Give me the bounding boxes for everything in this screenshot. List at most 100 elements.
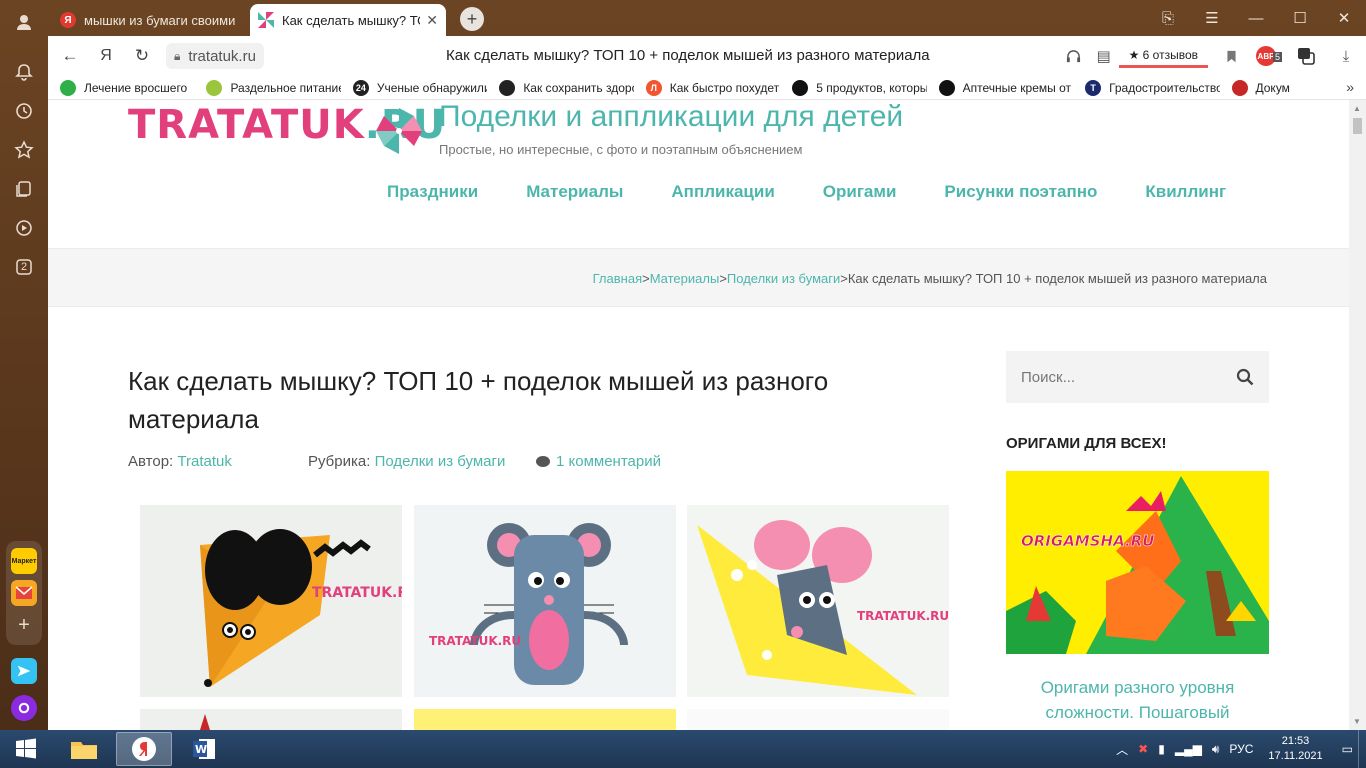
add-app-icon[interactable]: + bbox=[11, 612, 37, 638]
market-app-icon[interactable]: Маркет bbox=[11, 548, 37, 574]
logo-text-main: TRATATUK bbox=[128, 102, 365, 148]
language-indicator[interactable]: РУС bbox=[1229, 742, 1253, 756]
bookmarks-bar: Лечение вросшего Раздельное питание 24 Учен… bbox=[48, 76, 1366, 100]
show-desktop-button[interactable] bbox=[1358, 730, 1366, 768]
play-icon[interactable] bbox=[8, 212, 40, 244]
headphones-icon[interactable] bbox=[1059, 49, 1089, 64]
image-cheese-mouse[interactable]: TRATATUK.RU bbox=[687, 505, 949, 697]
author-link[interactable]: Tratatuk bbox=[177, 453, 231, 470]
bookmark-item[interactable]: Аптечные кремы от bbox=[927, 79, 1073, 96]
alice-app-icon[interactable] bbox=[11, 695, 37, 721]
scroll-thumb[interactable] bbox=[1353, 118, 1362, 134]
menu-icon[interactable]: ☰ bbox=[1190, 0, 1234, 36]
explorer-taskbar-icon[interactable] bbox=[56, 732, 112, 766]
bookmark-icon[interactable] bbox=[1216, 49, 1246, 64]
new-tab-button[interactable]: + bbox=[460, 7, 484, 31]
article-rubric: Рубрика: Поделки из бумаги bbox=[308, 453, 505, 470]
svg-text:W: W bbox=[195, 743, 207, 756]
tray-expand-icon[interactable]: ︿ bbox=[1116, 741, 1128, 758]
nav-holidays[interactable]: Праздники bbox=[387, 182, 478, 202]
breadcrumb-home[interactable]: Главная bbox=[593, 271, 642, 286]
tab-search[interactable]: Я мышки из бумаги своими bbox=[52, 4, 248, 36]
scroll-down-arrow[interactable]: ▼ bbox=[1353, 717, 1361, 726]
tabs-count-badge: 2 bbox=[20, 261, 28, 273]
origami-promo-image[interactable]: ORIGAMSHA.RU bbox=[1006, 471, 1269, 654]
bookmark-label: Докум bbox=[1255, 80, 1290, 95]
reviews-button[interactable]: ★ 6 отзывов bbox=[1118, 44, 1208, 68]
network-error-icon[interactable]: ✖ bbox=[1138, 742, 1148, 756]
word-taskbar-icon[interactable]: W bbox=[176, 732, 232, 766]
image-partial-1[interactable] bbox=[140, 709, 402, 730]
signal-icon[interactable]: ▂▄▆ bbox=[1175, 742, 1202, 756]
scroll-up-arrow[interactable]: ▲ bbox=[1353, 104, 1361, 113]
reload-icon[interactable]: ↻ bbox=[124, 46, 160, 66]
bell-icon[interactable] bbox=[8, 56, 40, 88]
breadcrumb-current: Как сделать мышку? ТОП 10 + поделок мыше… bbox=[847, 271, 1267, 286]
bookmark-item[interactable]: Раздельное питание bbox=[194, 79, 341, 96]
reader-mode-icon[interactable]: ▤ bbox=[1089, 47, 1119, 65]
back-arrow-icon[interactable]: ← bbox=[52, 46, 88, 66]
translate-icon[interactable] bbox=[1286, 46, 1326, 66]
search-input[interactable]: Поиск... bbox=[1021, 369, 1075, 386]
image-orange-mouse[interactable]: TRATATUK.RU bbox=[140, 505, 402, 697]
yandex-home-icon[interactable]: Я bbox=[88, 47, 124, 65]
bookmark-item[interactable]: Докум bbox=[1220, 79, 1366, 96]
page-title-in-toolbar: Как сделать мышку? ТОП 10 + поделок мыше… bbox=[446, 47, 930, 64]
browser-sidebar: 2 Маркет + bbox=[0, 0, 48, 730]
yandex-browser-taskbar-icon[interactable] bbox=[116, 732, 172, 766]
nav-applications[interactable]: Аппликации bbox=[671, 182, 774, 202]
page-scrollbar[interactable]: ▲ ▼ bbox=[1349, 100, 1366, 730]
nav-origami[interactable]: Оригами bbox=[823, 182, 897, 202]
tab-active-article[interactable]: Как сделать мышку? ТО ✕ bbox=[250, 4, 446, 36]
taskbar-clock[interactable]: 21:53 17.11.2021 bbox=[1268, 734, 1322, 764]
bookmark-favicon-icon bbox=[792, 79, 809, 96]
bookmark-favicon-icon: Л bbox=[645, 79, 662, 96]
promo-caption[interactable]: Оригами разного уровня сложности. Пошаго… bbox=[1006, 675, 1269, 725]
profile-icon[interactable] bbox=[8, 6, 40, 38]
breadcrumb-separator: > bbox=[840, 271, 848, 286]
maximize-button[interactable]: ☐ bbox=[1278, 0, 1322, 36]
mail-app-icon[interactable] bbox=[11, 580, 37, 606]
comments-link[interactable]: 1 комментарий bbox=[536, 453, 661, 470]
nav-materials[interactable]: Материалы bbox=[526, 182, 623, 202]
image-tube-mouse[interactable]: TRATATUK.RU bbox=[414, 505, 676, 697]
site-title[interactable]: Поделки и аппликации для детей bbox=[439, 100, 903, 134]
bookmark-item[interactable]: Лечение вросшего bbox=[48, 79, 194, 96]
window-controls: ⎘ ☰ — ☐ ✕ bbox=[1146, 0, 1366, 36]
search-widget[interactable]: Поиск... bbox=[1006, 351, 1269, 403]
star-icon[interactable] bbox=[8, 134, 40, 166]
close-window-button[interactable]: ✕ bbox=[1322, 0, 1366, 36]
search-icon[interactable] bbox=[1236, 368, 1254, 386]
image-partial-2[interactable] bbox=[414, 709, 676, 730]
breadcrumb-paper[interactable]: Поделки из бумаги bbox=[727, 271, 840, 286]
close-tab-icon[interactable]: ✕ bbox=[426, 12, 438, 29]
windows-start-icon[interactable] bbox=[0, 730, 52, 768]
tabs-count-icon[interactable]: 2 bbox=[8, 251, 40, 283]
collections-icon[interactable] bbox=[8, 173, 40, 205]
bookmark-item[interactable]: 24 Ученые обнаружили bbox=[341, 79, 487, 96]
volume-icon[interactable]: 🔊︎ bbox=[1212, 742, 1220, 757]
nav-quilling[interactable]: Квиллинг bbox=[1145, 182, 1226, 202]
bookmark-item[interactable]: T Градостроительство bbox=[1073, 79, 1220, 96]
bookmark-sidebar-icon[interactable]: ⎘ bbox=[1146, 0, 1190, 36]
image-partial-3[interactable] bbox=[687, 709, 949, 730]
more-bookmarks-icon[interactable]: » bbox=[1346, 79, 1354, 95]
battery-icon[interactable]: ▮ bbox=[1158, 742, 1165, 756]
rubric-link[interactable]: Поделки из бумаги bbox=[375, 453, 506, 470]
notifications-icon[interactable]: ▭ bbox=[1342, 742, 1353, 756]
bookmark-item[interactable]: 5 продуктов, которые bbox=[780, 79, 927, 96]
download-icon[interactable]: ⤓ bbox=[1326, 48, 1366, 65]
breadcrumb-materials[interactable]: Материалы bbox=[650, 271, 720, 286]
bookmark-item[interactable]: Как сохранить здоровье bbox=[487, 79, 634, 96]
nav-drawings[interactable]: Рисунки поэтапно bbox=[944, 182, 1097, 202]
bookmark-item[interactable]: Л Как быстро похудеть bbox=[634, 79, 780, 96]
site-description: Простые, но интересные, с фото и поэтапн… bbox=[439, 142, 803, 157]
history-icon[interactable] bbox=[8, 95, 40, 127]
minimize-button[interactable]: — bbox=[1234, 0, 1278, 36]
adblock-count-badge: 5 bbox=[1272, 52, 1282, 62]
pinwheel-icon bbox=[258, 12, 274, 28]
messenger-app-icon[interactable] bbox=[11, 658, 37, 684]
desktop: 2 Маркет + Я мышки из бумаги своими Как … bbox=[0, 0, 1366, 768]
adblock-icon[interactable]: ABP 5 bbox=[1246, 46, 1286, 66]
address-bar[interactable]: 🔒︎ tratatuk.ru bbox=[166, 43, 264, 69]
